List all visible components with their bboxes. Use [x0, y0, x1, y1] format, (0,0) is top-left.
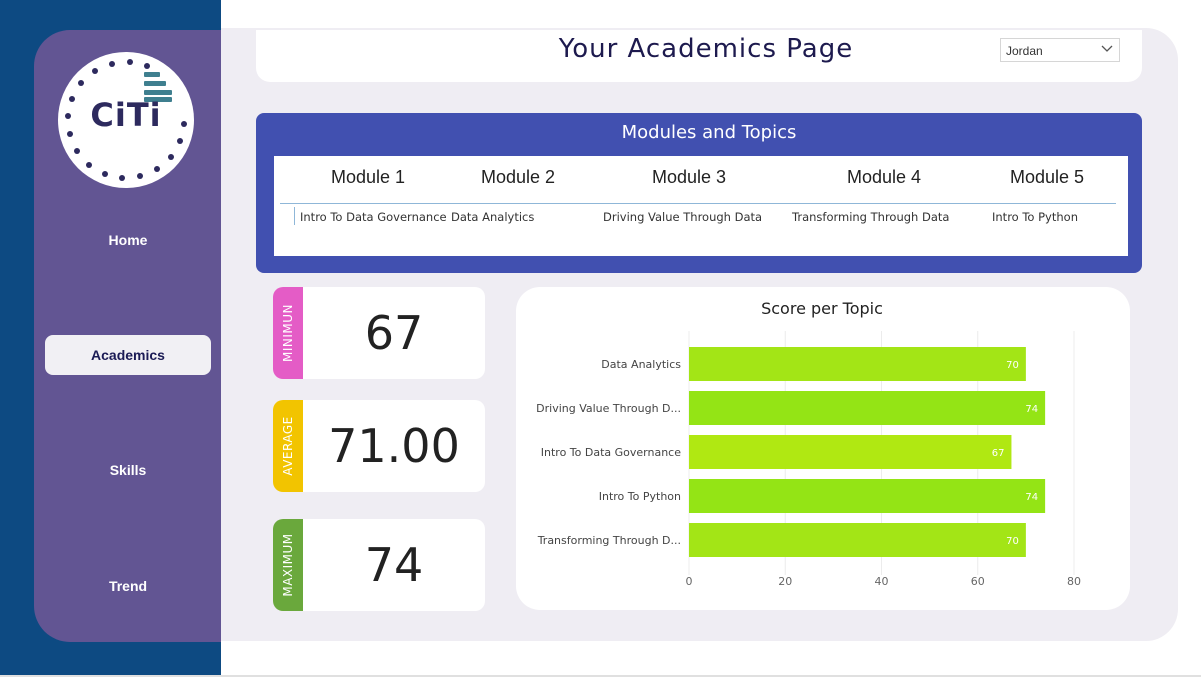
logo-dot-icon — [126, 59, 133, 66]
chart-x-tick-label: 60 — [971, 575, 985, 588]
logo-bar-icon — [144, 72, 160, 77]
sidebar-item-trend[interactable]: Trend — [45, 566, 211, 606]
citi-logo: CiTi — [58, 52, 194, 188]
sidebar-item-home[interactable]: Home — [45, 220, 211, 260]
minimum-kpi-label: MINIMUN — [281, 303, 295, 363]
module-1-topic: Intro To Data Governance — [300, 210, 447, 224]
chart-bar — [689, 435, 1012, 469]
module-4-topic: Transforming Through Data — [792, 210, 950, 224]
logo-dot-icon — [101, 170, 108, 177]
score-per-topic-chart: 0 20 40 60 80 Data Analytics 70 Driving Value T… — [536, 331, 1081, 588]
row-indicator — [294, 207, 295, 225]
average-kpi-label: AVERAGE — [281, 416, 295, 476]
chart-bar — [689, 391, 1046, 425]
maximum-kpi-tag: MAXIMUM — [273, 519, 303, 611]
chart-data-label: 74 — [1025, 404, 1038, 415]
chart-category-label: Driving Value Through D... — [536, 402, 681, 415]
chart-data-label: 70 — [1006, 360, 1019, 371]
user-select-value: Jordan — [1006, 44, 1043, 58]
logo-dot-icon — [119, 174, 126, 181]
logo-dot-icon — [108, 60, 115, 67]
chart-category-label: Intro To Data Governance — [541, 446, 681, 459]
score-per-topic-card: Score per Topic 0 20 40 60 80 Data Analytics 7… — [516, 287, 1130, 610]
logo-text: CiTi — [90, 96, 162, 134]
logo-dot-icon — [74, 148, 81, 155]
chart-category-label: Data Analytics — [601, 358, 681, 371]
chart-data-label: 70 — [1006, 536, 1019, 547]
average-kpi-value: 71.00 — [328, 419, 460, 473]
logo-dot-icon — [154, 165, 161, 172]
module-2-topic: Data Analytics — [451, 210, 535, 224]
chart-category-label: Intro To Python — [599, 490, 681, 503]
module-2-header: Module 2 — [481, 167, 556, 187]
chart-bar — [689, 479, 1046, 513]
logo-bar-icon — [144, 90, 172, 95]
chart-data-label: 74 — [1025, 492, 1038, 503]
maximum-kpi-label: MAXIMUM — [281, 533, 295, 597]
module-5-topic: Intro To Python — [992, 210, 1078, 224]
maximum-kpi-card: MAXIMUM 74 — [273, 519, 485, 611]
module-1-header: Module 1 — [331, 167, 406, 187]
logo-dot-icon — [137, 173, 144, 180]
module-3-topic: Driving Value Through Data — [603, 210, 763, 224]
logo-dot-icon — [91, 68, 98, 75]
chart-data-label: 67 — [992, 448, 1005, 459]
chart-x-tick-label: 80 — [1067, 575, 1081, 588]
chart-x-tick-label: 40 — [875, 575, 889, 588]
sidebar-item-skills[interactable]: Skills — [45, 450, 211, 490]
module-4-header: Module 4 — [847, 167, 922, 187]
chart-x-tick-label: 0 — [686, 575, 693, 588]
logo-dot-icon — [86, 161, 93, 168]
chevron-down-icon — [1101, 45, 1113, 52]
user-select-dropdown[interactable]: Jordan — [1000, 38, 1120, 62]
header-card: Your Academics Page Jordan — [256, 30, 1142, 82]
chart-category-label: Transforming Through D... — [537, 534, 681, 547]
maximum-kpi-value: 74 — [364, 538, 424, 592]
table-divider — [280, 203, 1116, 204]
module-3-header: Module 3 — [652, 167, 727, 187]
average-kpi-tag: AVERAGE — [273, 400, 303, 492]
minimum-kpi-card: MINIMUN 67 — [273, 287, 485, 379]
logo-dot-icon — [180, 120, 187, 127]
logo-bar-icon — [144, 81, 166, 86]
chart-x-tick-label: 20 — [778, 575, 792, 588]
logo-dot-icon — [167, 153, 174, 160]
minimum-kpi-tag: MINIMUN — [273, 287, 303, 379]
modules-title: Modules and Topics — [621, 122, 797, 143]
logo-dot-icon — [176, 138, 183, 145]
module-5-header: Module 5 — [1010, 167, 1085, 187]
minimum-kpi-value: 67 — [364, 306, 424, 360]
logo-dot-icon — [78, 80, 85, 87]
logo-dot-icon — [69, 95, 76, 102]
average-kpi-card: AVERAGE 71.00 — [273, 400, 485, 492]
modules-card: Modules and Topics Module 1 Module 2 Mod… — [256, 113, 1142, 273]
logo-dot-icon — [144, 63, 151, 70]
logo-dot-icon — [66, 131, 73, 138]
modules-table: Module 1 Module 2 Module 3 Module 4 Modu… — [274, 156, 1128, 256]
sidebar-item-academics[interactable]: Academics — [45, 335, 211, 375]
chart-bar — [689, 523, 1026, 557]
chart-bar — [689, 347, 1026, 381]
